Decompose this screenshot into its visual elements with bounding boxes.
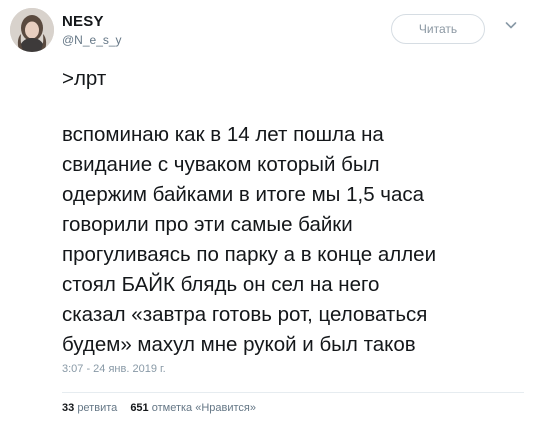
follow-button[interactable]: Читать [391, 14, 485, 44]
retweets-count: 33 [62, 402, 75, 414]
author-name[interactable]: NESY [62, 13, 104, 30]
tweet-text-line: будем» махул мне рукой и был таков [62, 333, 416, 356]
tweet-text: >лрт вспоминаю как в 14 лет пошла на сви… [62, 64, 522, 360]
tweet-stats: 33 ретвита 651 отметка «Нравится» [62, 402, 266, 414]
retweets-stat[interactable]: 33 ретвита [62, 402, 117, 414]
tweet-text-line: сказал «завтра готовь рот, целоваться [62, 303, 428, 326]
likes-count: 651 [130, 402, 149, 414]
tweet-text-line: говорили про эти самые байки [62, 213, 353, 236]
tweet-text-line: >лрт [62, 67, 107, 90]
avatar-image [10, 8, 54, 52]
divider [62, 392, 524, 393]
tweet-card: NESY @N_e_s_y Читать >лрт вспоминаю как … [0, 0, 533, 425]
tweet-timestamp[interactable]: 3:07 - 24 янв. 2019 г. [62, 363, 166, 375]
likes-label: отметка «Нравится» [151, 402, 257, 414]
likes-stat[interactable]: 651 отметка «Нравится» [130, 402, 256, 414]
tweet-text-line: свидание с чуваком который был [62, 153, 380, 176]
avatar[interactable] [10, 8, 54, 52]
author-handle[interactable]: @N_e_s_y [62, 33, 122, 47]
tweet-text-line: одержим байками в итоге мы 1,5 часа [62, 183, 425, 206]
retweets-label: ретвита [77, 402, 118, 414]
chevron-down-icon[interactable] [503, 17, 519, 33]
tweet-text-line: прогуливаясь по парку а в конце аллеи [62, 243, 437, 266]
tweet-text-line: стоял БАЙК блядь он сел на него [62, 273, 380, 296]
tweet-text-line: вспоминаю как в 14 лет пошла на [62, 123, 384, 146]
